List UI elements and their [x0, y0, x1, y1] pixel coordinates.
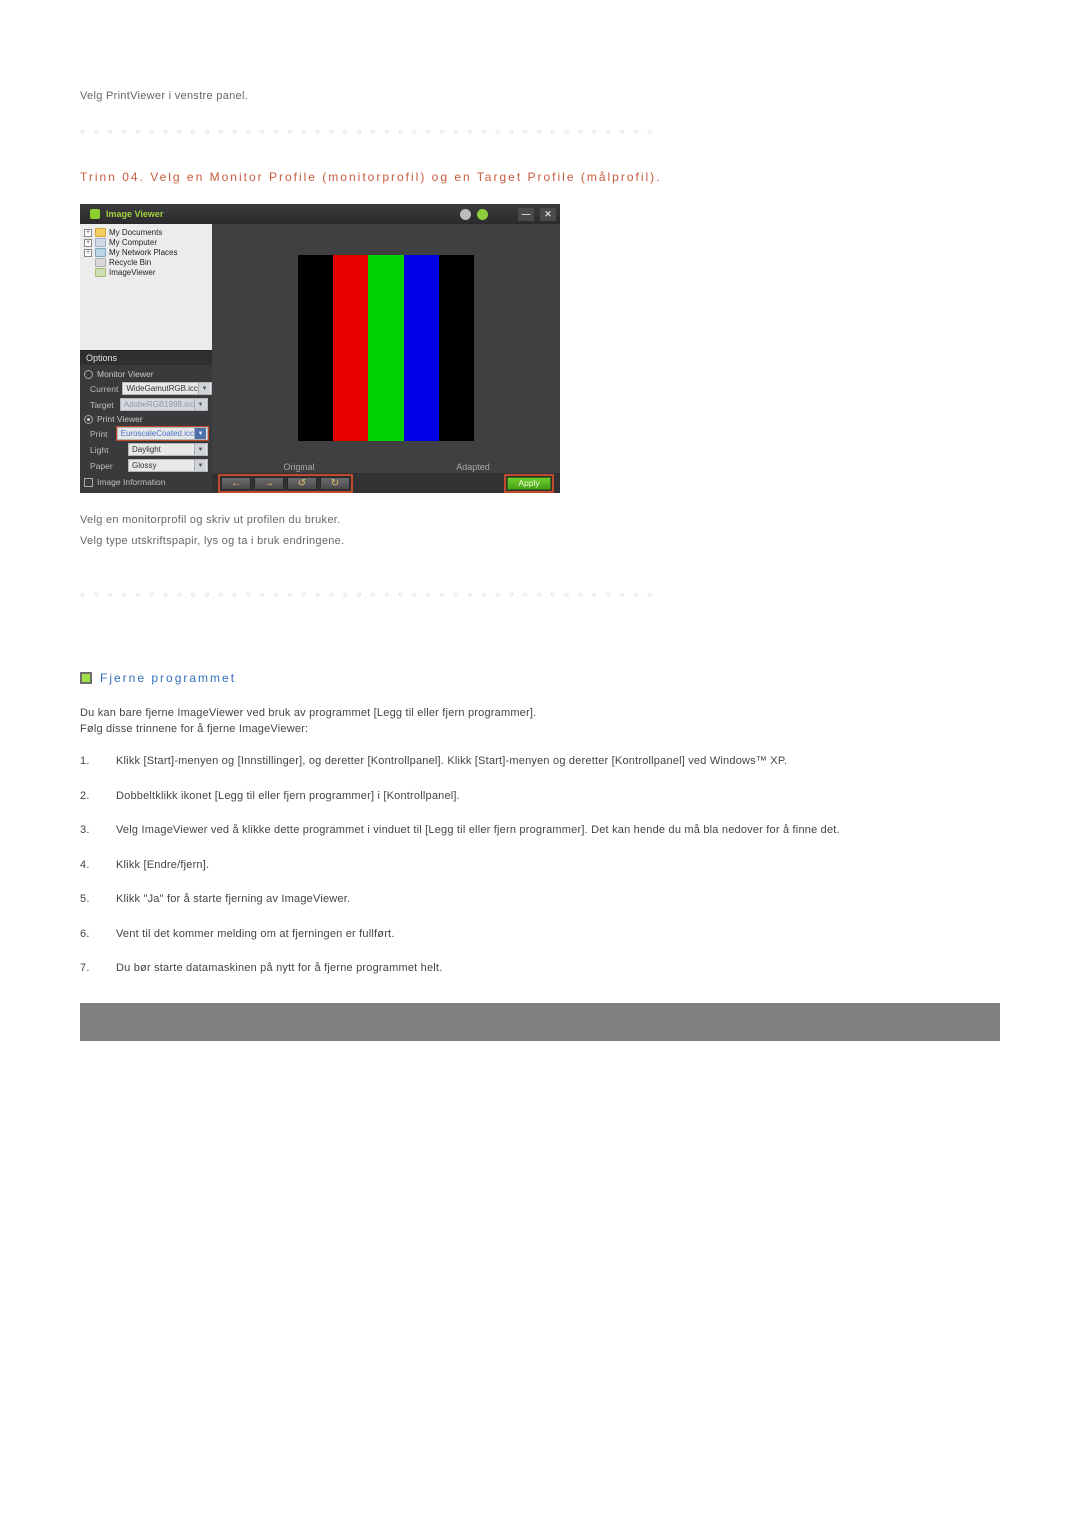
- dropdown-icon[interactable]: ▼: [198, 383, 210, 394]
- target-select[interactable]: AdobeRGB1998.icc ▼: [120, 398, 208, 411]
- step-text: Dobbeltklikk ikonet [Legg til eller fjer…: [116, 790, 460, 802]
- footer: [80, 1003, 1000, 1041]
- app-title: Image Viewer: [106, 209, 163, 219]
- select-value: AdobeRGB1998.icc: [124, 400, 194, 409]
- select-value: EuroscaleCoated.icc: [121, 429, 194, 438]
- paper-label: Paper: [90, 461, 124, 471]
- step-item: 2.Dobbeltklikk ikonet [Legg til eller fj…: [100, 788, 1000, 805]
- target-label: Target: [90, 400, 116, 410]
- rotate-cw-button[interactable]: ↻: [320, 477, 350, 490]
- app-window: Image Viewer — ✕ +My Documents +My Compu…: [80, 204, 560, 493]
- monitor-viewer-radio[interactable]: Monitor Viewer: [84, 369, 208, 379]
- current-label: Current: [90, 384, 118, 394]
- step-text: Klikk [Start]-menyen og [Innstillinger],…: [116, 755, 787, 767]
- tree-item[interactable]: ImageViewer: [109, 268, 156, 277]
- section-icon: [80, 672, 92, 684]
- under-line2: Velg type utskriftspapir, lys og ta i br…: [80, 532, 1000, 551]
- step-item: 1.Klikk [Start]-menyen og [Innstillinger…: [100, 753, 1000, 770]
- original-label: Original: [212, 462, 386, 472]
- preview-area: [212, 224, 560, 461]
- current-select[interactable]: WideGamutRGB.icc ▼: [122, 382, 212, 395]
- step-item: 5.Klikk "Ja" for å starte fjerning av Im…: [100, 891, 1000, 908]
- tree-item[interactable]: Recycle Bin: [109, 258, 151, 267]
- step-item: 6.Vent til det kommer melding om at fjer…: [100, 926, 1000, 943]
- app-icon: [90, 209, 100, 219]
- under-line1: Velg en monitorprofil og skriv ut profil…: [80, 511, 1000, 530]
- options-panel: Monitor Viewer Current WideGamutRGB.icc …: [80, 365, 212, 493]
- section2-p1: Du kan bare fjerne ImageViewer ved bruk …: [80, 707, 1000, 719]
- dropdown-icon[interactable]: ▼: [194, 460, 206, 471]
- check-label: Image Information: [97, 477, 166, 487]
- step-item: 3.Velg ImageViewer ved å klikke dette pr…: [100, 822, 1000, 839]
- paper-select[interactable]: Glossy ▼: [128, 459, 208, 472]
- intro-text: Velg PrintViewer i venstre panel.: [80, 90, 1000, 102]
- titlebar: Image Viewer — ✕: [80, 204, 560, 224]
- folder-tree[interactable]: +My Documents +My Computer +My Network P…: [80, 224, 212, 350]
- select-value: WideGamutRGB.icc: [126, 384, 198, 393]
- divider: ○○○○○○○○○○○○○○○○○○○○○○○○○○○○○○○○○○○○○○○○…: [80, 590, 1000, 599]
- image-information-check[interactable]: Image Information: [84, 477, 208, 487]
- step-item: 4.Klikk [Endre/fjern].: [100, 857, 1000, 874]
- toolbar: ← → ↺ ↻ Apply: [212, 473, 560, 493]
- preview-image: [298, 255, 474, 441]
- minimize-button[interactable]: —: [518, 208, 534, 221]
- nav-group: ← → ↺ ↻: [218, 474, 353, 493]
- section-title: Fjerne programmet: [100, 671, 236, 685]
- step-text: Klikk "Ja" for å starte fjerning av Imag…: [116, 893, 350, 905]
- divider: ○○○○○○○○○○○○○○○○○○○○○○○○○○○○○○○○○○○○○○○○…: [80, 127, 1000, 136]
- radio-label: Monitor Viewer: [97, 369, 154, 379]
- dropdown-icon[interactable]: ▼: [194, 444, 206, 455]
- radio-label: Print Viewer: [97, 414, 143, 424]
- under-text: Velg en monitorprofil og skriv ut profil…: [80, 511, 1000, 550]
- tree-item[interactable]: My Computer: [109, 238, 157, 247]
- preview-labels: Original Adapted: [212, 461, 560, 473]
- settings-icon[interactable]: [460, 209, 471, 220]
- step-item: 7.Du bør starte datamaskinen på nytt for…: [100, 960, 1000, 977]
- step-heading: Trinn 04. Velg en Monitor Profile (monit…: [80, 170, 1000, 184]
- print-label: Print: [90, 429, 113, 439]
- section2-p2: Følg disse trinnene for å fjerne ImageVi…: [80, 723, 1000, 735]
- select-value: Glossy: [132, 461, 156, 470]
- tree-item[interactable]: My Network Places: [109, 248, 177, 257]
- removal-steps: 1.Klikk [Start]-menyen og [Innstillinger…: [80, 753, 1000, 977]
- rotate-ccw-button[interactable]: ↺: [287, 477, 317, 490]
- light-label: Light: [90, 445, 124, 455]
- light-select[interactable]: Daylight ▼: [128, 443, 208, 456]
- dropdown-icon[interactable]: ▼: [194, 428, 206, 439]
- prev-button[interactable]: ←: [221, 477, 251, 490]
- apply-button[interactable]: Apply: [507, 477, 551, 490]
- select-value: Daylight: [132, 445, 161, 454]
- step-text: Du bør starte datamaskinen på nytt for å…: [116, 962, 442, 974]
- options-header: Options: [80, 350, 212, 365]
- print-viewer-radio[interactable]: Print Viewer: [84, 414, 208, 424]
- print-select[interactable]: EuroscaleCoated.icc ▼: [117, 427, 208, 440]
- tree-item[interactable]: My Documents: [109, 228, 162, 237]
- next-button[interactable]: →: [254, 477, 284, 490]
- close-button[interactable]: ✕: [540, 208, 556, 221]
- dropdown-icon[interactable]: ▼: [194, 399, 206, 410]
- adapted-label: Adapted: [386, 462, 560, 472]
- step-text: Velg ImageViewer ved å klikke dette prog…: [116, 824, 840, 836]
- step-text: Vent til det kommer melding om at fjerni…: [116, 928, 395, 940]
- step-text: Klikk [Endre/fjern].: [116, 859, 209, 871]
- help-icon[interactable]: [477, 209, 488, 220]
